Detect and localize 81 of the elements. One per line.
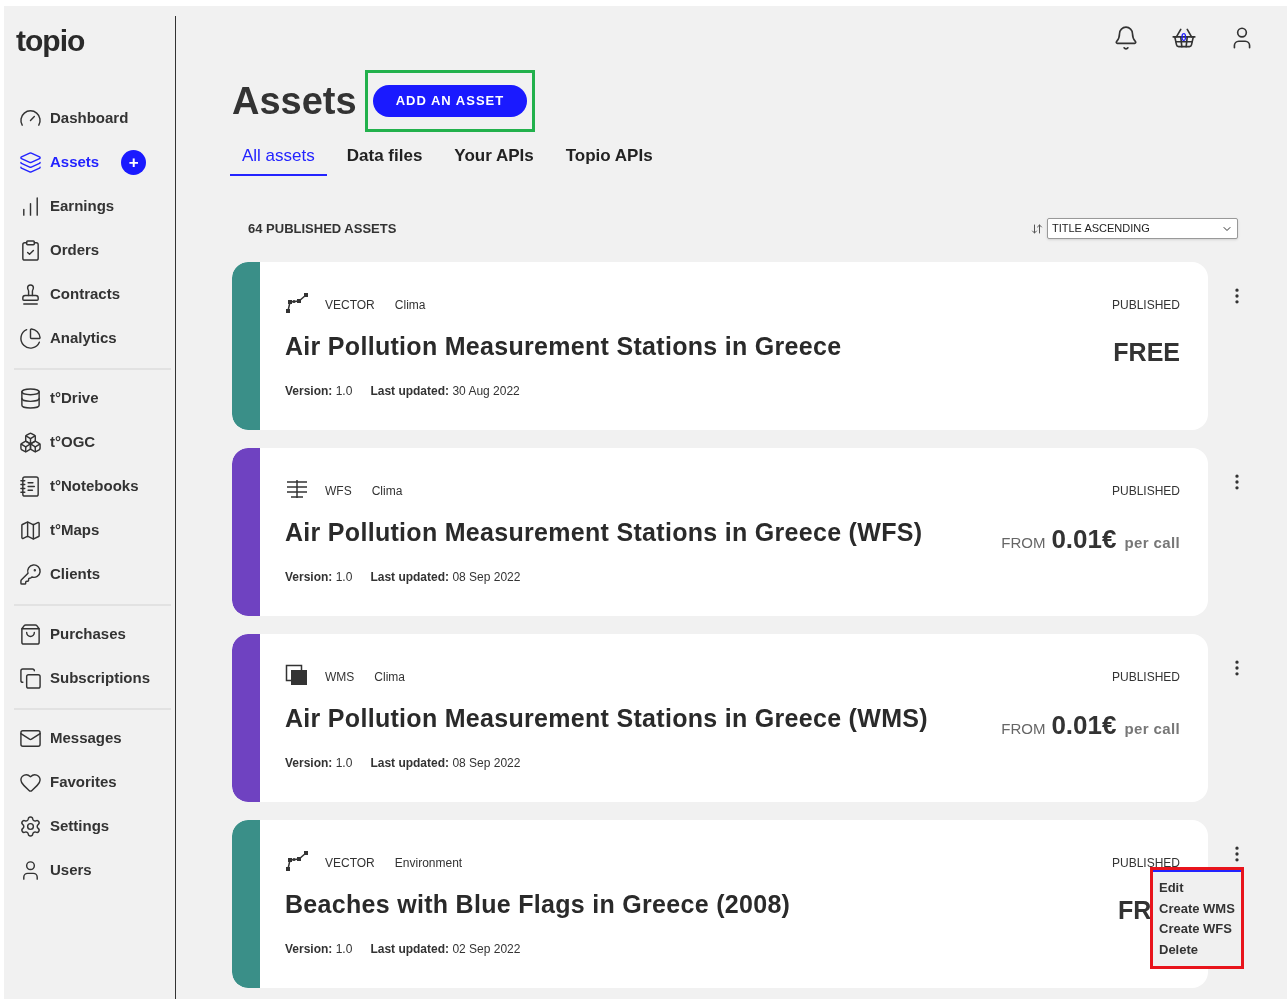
notification-bell-icon[interactable]	[1113, 25, 1139, 51]
sidebar-item[interactable]: Contracts	[19, 282, 120, 306]
price-text: FREE	[1113, 338, 1180, 366]
asset-type: WMS	[325, 669, 355, 686]
price-prefix: FROM	[1001, 533, 1046, 553]
status-text: PUBLISHED	[1111, 855, 1180, 872]
asset-type: VECTOR	[325, 855, 375, 872]
cart-count: 0	[1181, 33, 1187, 43]
sidebar-item[interactable]: Purchases	[19, 622, 126, 646]
sort-select[interactable]: TITLE ASCENDING	[1047, 218, 1238, 239]
price-unit: per call	[1124, 533, 1180, 553]
key-icon	[19, 562, 42, 586]
asset-title[interactable]: Air Pollution Measurement Stations in Greece (WMS)	[285, 700, 928, 738]
layers-icon	[19, 150, 42, 174]
tab[interactable]: Topio APIs	[553, 138, 665, 176]
cart-button[interactable]: 0	[1171, 25, 1197, 51]
sidebar-item[interactable]: Earnings	[19, 194, 115, 218]
sidebar-item[interactable]: Messages	[19, 726, 122, 750]
price-amount: 0.01€	[1051, 523, 1117, 556]
asset-card[interactable]: WMS Clima Air Pollution Measurement Stations in Greece (WMS) Version: 1.0 Last updated: 08 Sep 2022 PUBLISHED FROM 0.01€ per call	[232, 634, 1208, 802]
add-button[interactable]: +	[121, 149, 147, 175]
notebook-icon	[19, 474, 42, 498]
tab[interactable]: Your APIs	[442, 138, 546, 176]
asset-topic: Environment	[394, 855, 463, 872]
last-updated-text: Last updated: 02 Sep 2022	[370, 940, 521, 958]
sidebar-item[interactable]: Users	[19, 858, 92, 882]
database-icon	[19, 386, 42, 410]
copy-icon	[19, 666, 42, 690]
asset-topic: Clima	[394, 297, 426, 314]
sidebar-item[interactable]: t°Drive	[19, 386, 99, 410]
tab[interactable]: Data files	[334, 138, 435, 176]
add-asset-button[interactable]: ADD AN ASSET	[372, 85, 528, 117]
boxes-icon	[19, 430, 42, 454]
status-text: PUBLISHED	[1111, 297, 1180, 314]
overlapping-squares-icon	[285, 664, 309, 686]
stamp-icon	[19, 282, 42, 306]
asset-topic: Clima	[374, 669, 405, 686]
pie-chart-icon	[19, 326, 42, 350]
version-text: Version: 1.0	[285, 568, 353, 586]
asset-card[interactable]: WFS Clima Air Pollution Measurement Stations in Greece (WFS) Version: 1.0 Last updated: 08 Sep 2022 PUBLISHED FROM 0.01€ per call	[232, 448, 1208, 616]
asset-type: WFS	[325, 483, 352, 500]
asset-topic: Clima	[371, 483, 403, 500]
last-updated-text: Last updated: 08 Sep 2022	[370, 754, 521, 772]
status-text: PUBLISHED	[1111, 669, 1180, 686]
sidebar-item[interactable]: Subscriptions	[19, 666, 150, 690]
version-text: Version: 1.0	[285, 940, 353, 958]
price-amount: 0.01€	[1051, 709, 1117, 742]
price-unit: per call	[1124, 719, 1180, 739]
asset-type: VECTOR	[325, 297, 375, 314]
sidebar-item[interactable]: Favorites	[19, 770, 117, 794]
tab[interactable]: All assets	[230, 138, 327, 176]
page-title: Assets	[232, 78, 357, 124]
version-text: Version: 1.0	[285, 754, 353, 772]
sidebar-item[interactable]: Orders	[19, 238, 100, 262]
sidebar-item[interactable]: Analytics	[19, 326, 117, 350]
sidebar-item[interactable]: t°Notebooks	[19, 474, 139, 498]
polyline-icon	[285, 292, 309, 314]
asset-title[interactable]: Beaches with Blue Flags in Greece (2008)	[285, 886, 791, 924]
logo[interactable]: topio	[4, 26, 175, 56]
sidebar-item[interactable]: Dashboard	[19, 106, 129, 130]
sort-icon	[1031, 222, 1043, 235]
settings-icon	[19, 814, 42, 838]
asset-count: 64 PUBLISHED ASSETS	[248, 219, 397, 238]
price-prefix: FROM	[1001, 719, 1046, 739]
status-text: PUBLISHED	[1111, 483, 1180, 500]
asset-title[interactable]: Air Pollution Measurement Stations in Greece	[285, 328, 842, 366]
last-updated-text: Last updated: 08 Sep 2022	[370, 568, 521, 586]
sidebar-item[interactable]: Clients	[19, 562, 100, 586]
sidebar-item[interactable]: t°Maps	[19, 518, 100, 542]
asset-title[interactable]: Air Pollution Measurement Stations in Greece (WFS)	[285, 514, 923, 552]
sidebar-item[interactable]: t°OGC	[19, 430, 96, 454]
price-text: FR	[1118, 896, 1152, 924]
sidebar-item[interactable]: Settings	[19, 814, 110, 838]
map-icon	[19, 518, 42, 542]
polyline-icon	[285, 850, 309, 872]
asset-card[interactable]: VECTOR Clima Air Pollution Measurement Stations in Greece Version: 1.0 Last updated: 30 Aug 2022 PUBLISHED FREE	[232, 262, 1208, 430]
shopping-bag-icon	[19, 622, 42, 646]
last-updated-text: Last updated: 30 Aug 2022	[370, 382, 520, 400]
version-text: Version: 1.0	[285, 382, 353, 400]
sidebar-item[interactable]: Assets	[19, 150, 100, 174]
clipboard-check-icon	[19, 238, 42, 262]
